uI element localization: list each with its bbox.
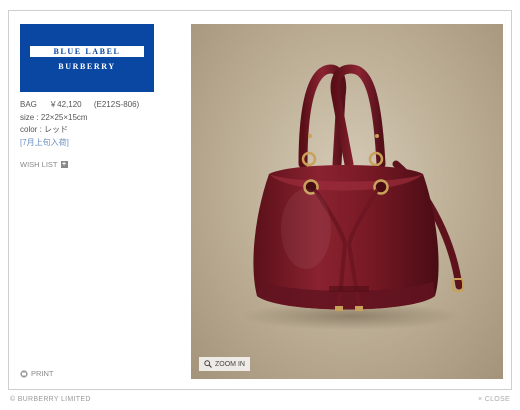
zoom-in-button[interactable]: ZOOM IN [199,357,250,371]
print-button[interactable]: PRINT [20,369,54,378]
wish-list-label: WISH LIST [20,160,58,169]
copyright: © BURBERRY LIMITED [10,396,91,403]
printer-icon [20,369,28,378]
blue-label-logo: BLUE LABEL BURBERRY [20,24,154,92]
product-info: BAG ￥42,120 (E212S-806) size : 22×25×15c… [20,99,139,149]
wish-list-button[interactable]: WISH LIST + [20,160,68,169]
zoom-in-label: ZOOM IN [215,360,245,368]
logo-label-band: BLUE LABEL [30,46,144,57]
product-photo: ZOOM IN [191,24,503,379]
product-category: BAG [20,100,37,109]
product-code: (E212S-806) [93,100,140,109]
logo-brand-text: BURBERRY [58,62,116,71]
magnifier-icon [204,360,212,368]
plus-icon: + [60,161,68,168]
product-header-row: BAG ￥42,120 (E212S-806) [20,99,139,112]
red-drawstring-bag-image [241,64,464,330]
product-color: color : レッド [20,125,69,134]
close-button[interactable]: × CLOSE [478,396,510,403]
product-price: ￥42,120 [49,100,82,109]
product-size: size : 22×25×15cm [20,112,88,122]
product-availability: [7月上旬入荷] [20,137,69,147]
print-label: PRINT [31,369,54,378]
